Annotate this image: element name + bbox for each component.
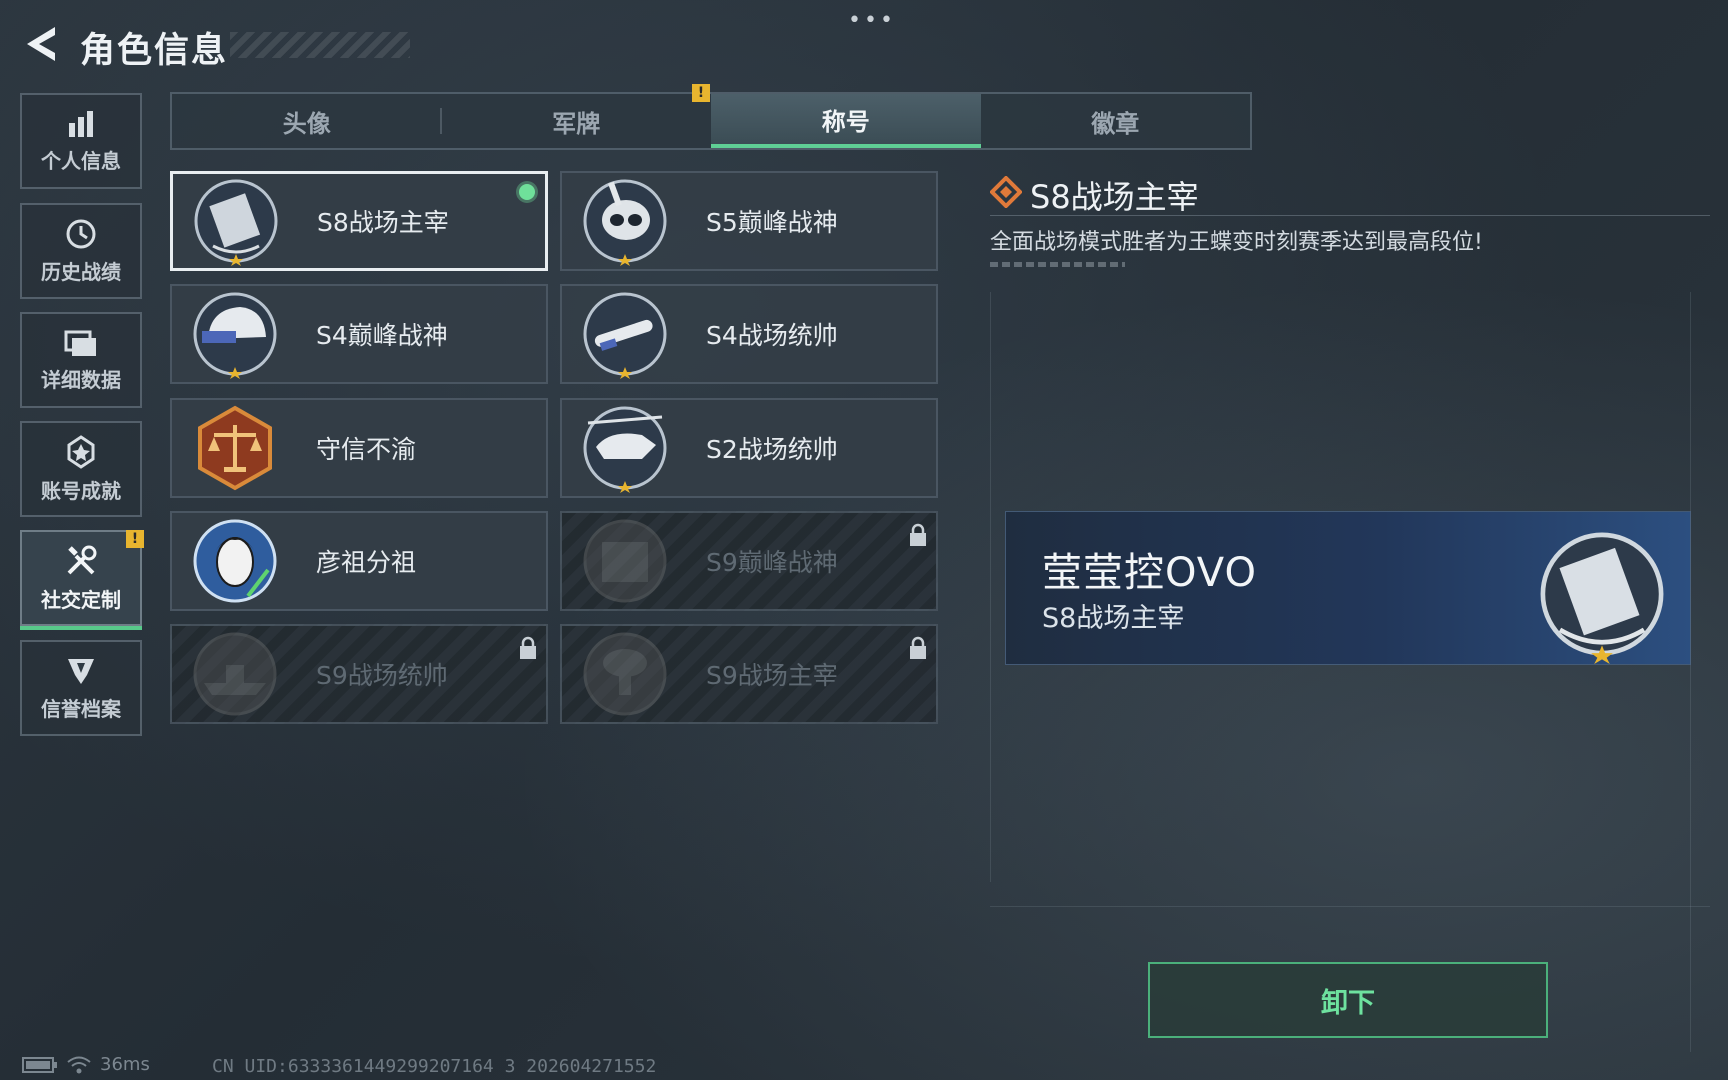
sidebar-item-label: 账号成就 (41, 478, 121, 503)
lock-icon (910, 523, 926, 546)
title-card[interactable]: S4巅峰战神 (170, 284, 548, 384)
tab-title[interactable]: 称号 (711, 94, 981, 148)
battery-icon (22, 1056, 57, 1073)
helicopter-emblem-icon (583, 406, 667, 493)
page-title: 角色信息 (80, 31, 229, 71)
unequip-button[interactable]: 卸下 (1148, 962, 1548, 1038)
ping-text: 36ms (100, 1054, 150, 1075)
back-button[interactable] (18, 20, 62, 68)
frame-line (1690, 292, 1691, 1052)
category-tabs: 头像 军牌 称号 徽章 (170, 92, 1252, 150)
uid-text: CN UID:6333361449299207164 3 20260427155… (212, 1056, 657, 1077)
sidebar-item-label: 个人信息 (41, 148, 121, 173)
building-emblem-icon (1540, 532, 1664, 664)
tab-dog-tag[interactable]: 军牌 (442, 94, 712, 148)
building-emblem-icon (194, 179, 278, 266)
sidebar-item-history[interactable]: 历史战绩 (20, 203, 142, 299)
title-card[interactable]: S9战场统帅 (170, 624, 548, 724)
clock-icon (66, 219, 96, 248)
sidebar-item-label: 信誉档案 (41, 696, 121, 721)
tab-badge[interactable]: 徽章 (981, 94, 1251, 148)
player-title: S8战场主宰 (1042, 603, 1185, 634)
title-name: S8战场主宰 (317, 208, 449, 237)
warship-emblem-icon (193, 632, 277, 716)
title-card[interactable]: S8战场主宰 (170, 171, 548, 271)
title-name: 守信不渝 (316, 435, 417, 464)
bar-chart-icon (69, 110, 93, 137)
title-name: S4战场统帅 (706, 321, 838, 350)
lock-icon (910, 636, 926, 659)
more-menu-icon[interactable]: ••• (848, 8, 896, 33)
title-card[interactable]: S4战场统帅 (560, 284, 938, 384)
sidebar-item-label: 历史战绩 (41, 259, 121, 284)
equipped-indicator (519, 184, 535, 200)
sidebar-item-label: 详细数据 (41, 367, 121, 392)
title-description: 全面战场模式胜者为王蝶变时刻赛季达到最高段位! (990, 230, 1483, 255)
tools-icon (67, 545, 97, 574)
title-card[interactable]: S5巅峰战神 (560, 171, 938, 271)
title-name: S9战场统帅 (316, 661, 448, 690)
title-card[interactable]: S9巅峰战神 (560, 511, 938, 611)
title-card[interactable]: S9战场主宰 (560, 624, 938, 724)
divider (990, 215, 1710, 216)
title-card[interactable]: 守信不渝 (170, 398, 548, 498)
sidebar-item-achievements[interactable]: 账号成就 (20, 421, 142, 517)
scales-emblem-icon (198, 405, 272, 491)
shield-icon (68, 658, 94, 684)
sidebar-item-details[interactable]: 详细数据 (20, 312, 142, 408)
back-arrow-icon (27, 27, 55, 61)
helmet-emblem-icon (193, 292, 277, 379)
tab-avatar[interactable]: 头像 (172, 94, 442, 148)
selected-title-name: S8战场主宰 (1030, 178, 1199, 216)
title-name: S2战场统帅 (706, 435, 838, 464)
title-decoration (230, 32, 410, 58)
title-card[interactable]: 彦祖分祖 (170, 511, 548, 611)
missile-emblem-icon (583, 292, 667, 379)
decoration-bar (990, 262, 1125, 267)
portrait-emblem-icon (193, 519, 277, 603)
title-name: S9战场主宰 (706, 661, 838, 690)
frame-line (990, 292, 991, 882)
diamond-icon (990, 176, 1022, 208)
folder-icon (64, 330, 96, 356)
sidebar-item-credit[interactable]: 信誉档案 (20, 640, 142, 736)
sidebar-item-label: 社交定制 (41, 587, 121, 612)
sidebar-item-social[interactable]: 社交定制 ! (20, 530, 144, 630)
skull-emblem-icon (583, 179, 667, 266)
wifi-icon (67, 1056, 91, 1073)
sidebar-item-profile[interactable]: 个人信息 (20, 93, 142, 189)
fortress-emblem-icon (583, 519, 667, 603)
alert-badge: ! (692, 84, 710, 102)
player-name: 莹莹控OVO (1042, 550, 1257, 596)
alert-badge: ! (126, 530, 144, 548)
title-name: S5巅峰战神 (706, 208, 838, 237)
title-name: S9巅峰战神 (706, 548, 838, 577)
frame-line (990, 906, 1710, 907)
title-name: S4巅峰战神 (316, 321, 448, 350)
mushroom-cloud-emblem-icon (583, 632, 667, 716)
achievement-icon (67, 434, 95, 469)
title-name: 彦祖分祖 (316, 548, 417, 577)
lock-icon (520, 636, 536, 659)
nameplate-preview: 莹莹控OVO S8战场主宰 (1006, 512, 1690, 664)
status-bar: 36ms (22, 1054, 150, 1075)
title-card[interactable]: S2战场统帅 (560, 398, 938, 498)
